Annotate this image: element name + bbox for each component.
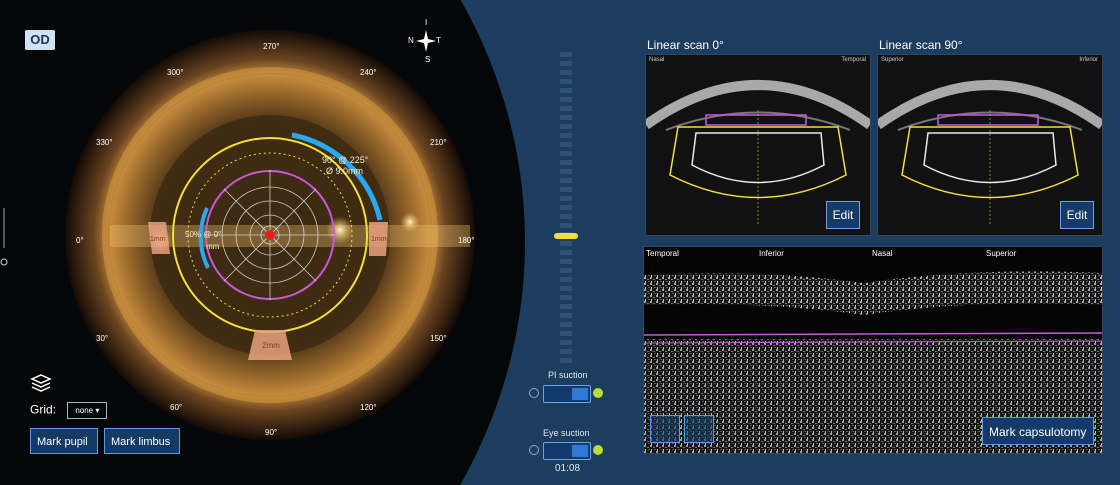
deg-210: 210° bbox=[430, 138, 447, 147]
grid-label: Grid: bbox=[30, 402, 57, 417]
depth-gauge[interactable] bbox=[560, 52, 572, 367]
scan-0-right-label: Temporal bbox=[841, 57, 866, 63]
marker-bottom-label: 2mm bbox=[262, 341, 280, 350]
arc-info-angle: 90° @ 225° bbox=[322, 155, 369, 165]
scan-90-left-label: Superior bbox=[881, 57, 904, 63]
eye-suction-on-dot bbox=[593, 445, 603, 455]
deg-60: 60° bbox=[170, 403, 183, 412]
deg-0: 0° bbox=[76, 236, 84, 245]
eye-suction-off-dot bbox=[529, 445, 539, 455]
mark-pupil-button[interactable]: Mark pupil bbox=[30, 428, 98, 454]
mark-limbus-button[interactable]: Mark limbus bbox=[104, 428, 180, 454]
bottom-scan-label-temporal: Temporal bbox=[646, 249, 679, 258]
bottom-scan-label-nasal: Nasal bbox=[872, 249, 893, 258]
light-reflex-right bbox=[326, 216, 354, 244]
eye-suction-toggle[interactable] bbox=[543, 442, 591, 460]
bottom-scan-label-superior: Superior bbox=[986, 249, 1017, 258]
pi-suction-on-dot bbox=[593, 388, 603, 398]
zoom-in-button[interactable] bbox=[684, 415, 714, 443]
deg-180: 180° bbox=[458, 236, 475, 245]
deg-90: 90° bbox=[265, 428, 278, 437]
gauge-indicator[interactable] bbox=[554, 233, 578, 239]
eye-side-badge[interactable]: OD bbox=[25, 30, 55, 50]
scan-90-right-label: Inferior bbox=[1079, 57, 1098, 63]
scan-90-title: Linear scan 90° bbox=[879, 38, 963, 52]
center-info-size: mm bbox=[206, 242, 220, 251]
scan-90-view[interactable]: Superior Inferior Edit bbox=[877, 54, 1103, 236]
center-info-angle: 50% @ 0° bbox=[185, 230, 222, 239]
scan-0-view[interactable]: Nasal Temporal Edit bbox=[645, 54, 871, 236]
bottom-scan-label-inferior: Inferior bbox=[759, 249, 784, 258]
pi-suction-off-dot bbox=[529, 388, 539, 398]
deg-120: 120° bbox=[360, 403, 377, 412]
deg-300: 300° bbox=[167, 68, 184, 77]
marker-left-label: 1mm bbox=[150, 236, 166, 243]
marker-right-label: 1mm bbox=[371, 236, 387, 243]
suction-timer: 01:08 bbox=[555, 463, 581, 474]
deg-270: 270° bbox=[263, 42, 280, 51]
mark-capsulotomy-button[interactable]: Mark capsulotomy bbox=[982, 417, 1094, 445]
center-marker bbox=[265, 230, 275, 240]
scan-0-left-label: Nasal bbox=[649, 57, 665, 63]
eye-suction-label: Eye suction bbox=[543, 428, 590, 438]
zoom-out-button[interactable] bbox=[650, 415, 680, 443]
deg-150: 150° bbox=[430, 334, 447, 343]
deg-240: 240° bbox=[360, 68, 377, 77]
grid-control: Grid: none ▾ bbox=[30, 402, 108, 419]
pi-suction-toggle[interactable] bbox=[543, 385, 591, 403]
deg-30: 30° bbox=[96, 334, 109, 343]
side-slider-icon[interactable] bbox=[0, 208, 10, 268]
scan-0-edit-button[interactable]: Edit bbox=[826, 201, 860, 229]
deg-330: 330° bbox=[96, 138, 113, 147]
orientation-compass: I N T S bbox=[408, 18, 444, 64]
scan-90-edit-button[interactable]: Edit bbox=[1060, 201, 1094, 229]
pi-suction-label: PI suction bbox=[548, 370, 588, 380]
arc-info-diameter: Ø 9.0mm bbox=[326, 166, 364, 176]
layers-icon[interactable] bbox=[30, 372, 52, 394]
compass-cross-icon bbox=[416, 30, 436, 52]
circular-scan-view[interactable]: Temporal Inferior Nasal Superior Mark ca… bbox=[643, 246, 1103, 454]
eye-view[interactable]: 270° 240° 300° 210° 330° 0° 180° 30° 150… bbox=[0, 0, 525, 485]
grid-select[interactable]: none ▾ bbox=[67, 402, 108, 419]
scan-0-title: Linear scan 0° bbox=[647, 38, 724, 52]
